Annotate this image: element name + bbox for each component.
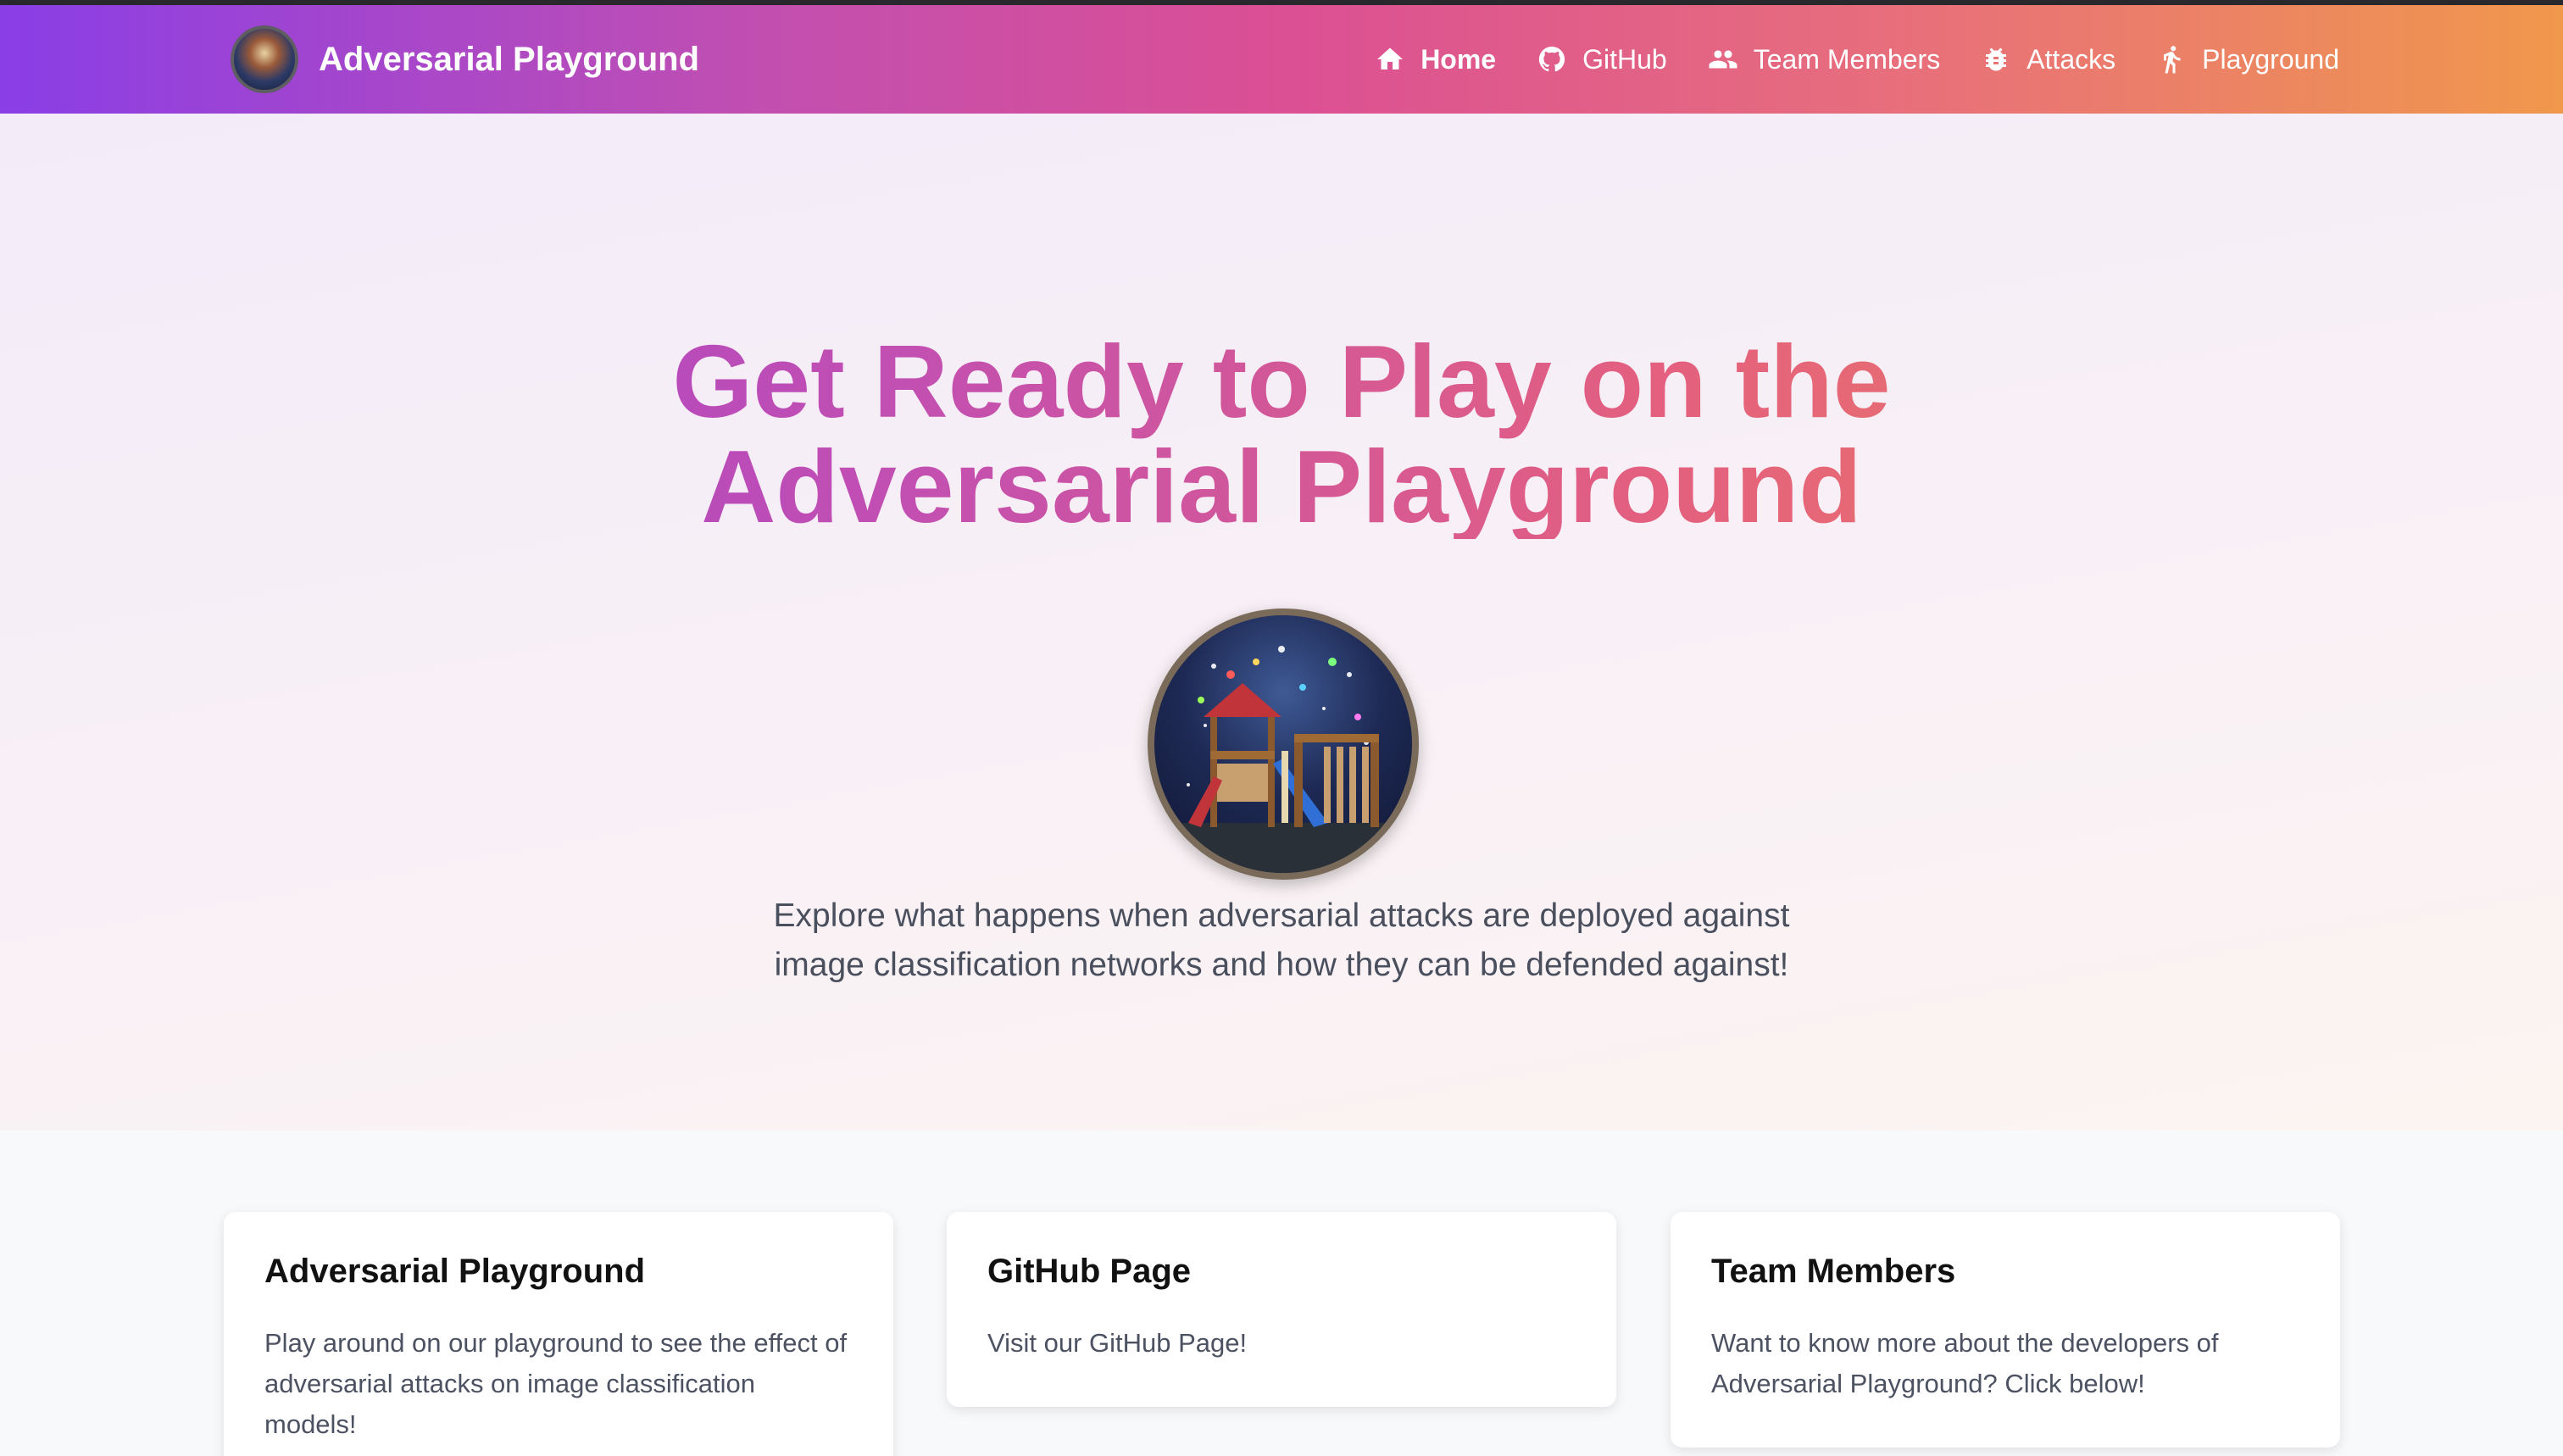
github-icon — [1538, 46, 1565, 72]
nav-item-attacks[interactable]: Attacks — [1981, 44, 2115, 75]
bug-icon — [1986, 47, 2007, 71]
hero-section: Get Ready to Play on the Adversarial Pla… — [0, 114, 2563, 1131]
card-title: Adversarial Playground — [264, 1253, 646, 1290]
brand-link[interactable]: Adversarial Playground — [231, 25, 700, 93]
people-icon — [1709, 50, 1737, 69]
card-text: Play around on our playground to see the… — [264, 1328, 848, 1439]
hero-description: Explore what happens when adversarial at… — [773, 897, 1790, 983]
nav-item-label: Team Members — [1753, 43, 1941, 75]
card-text: Visit our GitHub Page! — [987, 1328, 1248, 1358]
nav-item-home[interactable]: Home — [1375, 44, 1496, 75]
nav-item-playground[interactable]: Playground — [2156, 44, 2339, 75]
hero-title-line-2: Adversarial Playground — [701, 429, 1862, 544]
home-icon — [1377, 47, 1404, 69]
card-github-page[interactable]: GitHub Page Visit our GitHub Page! — [947, 1212, 1616, 1407]
running-person-icon — [2164, 46, 2181, 74]
nav-item-label: Attacks — [2026, 43, 2116, 75]
hero-playground-image — [1148, 609, 1419, 880]
card-team-members[interactable]: Team Members Want to know more about the… — [1671, 1212, 2340, 1448]
card-adversarial-playground[interactable]: Adversarial Playground Play around on ou… — [224, 1212, 893, 1456]
feature-cards-section: Adversarial Playground Play around on ou… — [0, 1131, 2563, 1456]
brand-name: Adversarial Playground — [319, 40, 700, 78]
nav-item-label: GitHub — [1582, 43, 1667, 75]
hero-title-line-1: Get Ready to Play on the — [672, 324, 1891, 439]
nav-item-team-members[interactable]: Team Members — [1708, 43, 1941, 75]
nav-item-label: Home — [1420, 43, 1497, 75]
hero-title: Get Ready to Play on the Adversarial Pla… — [0, 329, 2563, 539]
card-text: Want to know more about the developers o… — [1711, 1328, 2219, 1398]
nav-item-github[interactable]: GitHub — [1537, 44, 1667, 75]
card-title: GitHub Page — [987, 1253, 1192, 1290]
brand-logo — [231, 25, 298, 93]
nav-links: Home GitHub Team Members Attacks Playgro… — [1334, 5, 2339, 114]
card-title: Team Members — [1711, 1253, 1956, 1290]
nav-item-label: Playground — [2202, 43, 2339, 75]
top-navbar: Adversarial Playground Home GitHub Team … — [0, 5, 2563, 114]
